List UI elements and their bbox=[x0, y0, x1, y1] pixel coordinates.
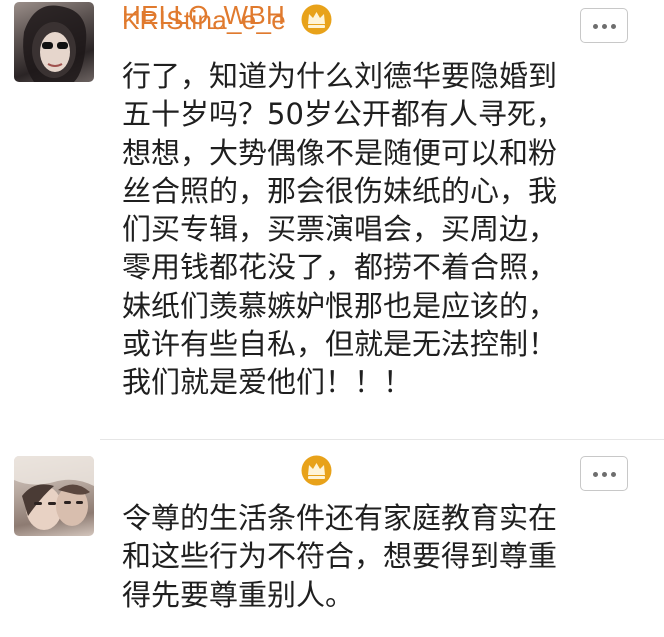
comment-line: 行了，知道为什么刘德华要隐婚到 bbox=[122, 59, 558, 93]
comment-item: KRIStina_e_e 行了，知道为什么刘德华要隐婚到 五十岁吗？50岁公开都… bbox=[0, 0, 664, 440]
comment-line: 或许有些自私，但就是无法控制！ bbox=[122, 327, 558, 362]
comment-line: 丝合照的，那会很伤妹纸的心，我 bbox=[122, 173, 558, 208]
avatar[interactable] bbox=[14, 2, 94, 82]
comment-line: 五十岁吗？50岁公开都有人寻死， bbox=[122, 97, 565, 132]
comment-line: 和这些行为不符合，想要得到尊重 bbox=[122, 539, 558, 574]
crown-icon bbox=[301, 455, 332, 490]
comment-line: 零用钱都花没了，都捞不着合照， bbox=[122, 250, 558, 285]
comment-line: 们买专辑，买票演唱会，买周边， bbox=[122, 212, 558, 247]
comment-line: 我们就是爱他们！！！ bbox=[122, 365, 413, 400]
crown-icon bbox=[301, 4, 332, 39]
comment-line: 妹纸们羡慕嫉妒恨那也是应该的， bbox=[122, 288, 558, 323]
more-options-button[interactable] bbox=[580, 8, 628, 43]
comment-text: 令尊的生活条件还有家庭教育实在 和这些行为不符合，想要得到尊重 得先要尊重别人。 bbox=[122, 499, 642, 614]
avatar[interactable] bbox=[14, 456, 94, 536]
comment-line: 令尊的生活条件还有家庭教育实在 bbox=[122, 501, 558, 535]
comment-line: 得先要尊重别人。 bbox=[122, 577, 355, 612]
username[interactable]: HELLO_WBH bbox=[122, 0, 285, 31]
comment-line: 想想，大势偶像不是随便可以和粉 bbox=[122, 135, 558, 170]
more-options-button[interactable] bbox=[580, 456, 628, 491]
comment-text: 行了，知道为什么刘德华要隐婚到 五十岁吗？50岁公开都有人寻死， 想想，大势偶像… bbox=[122, 57, 642, 402]
